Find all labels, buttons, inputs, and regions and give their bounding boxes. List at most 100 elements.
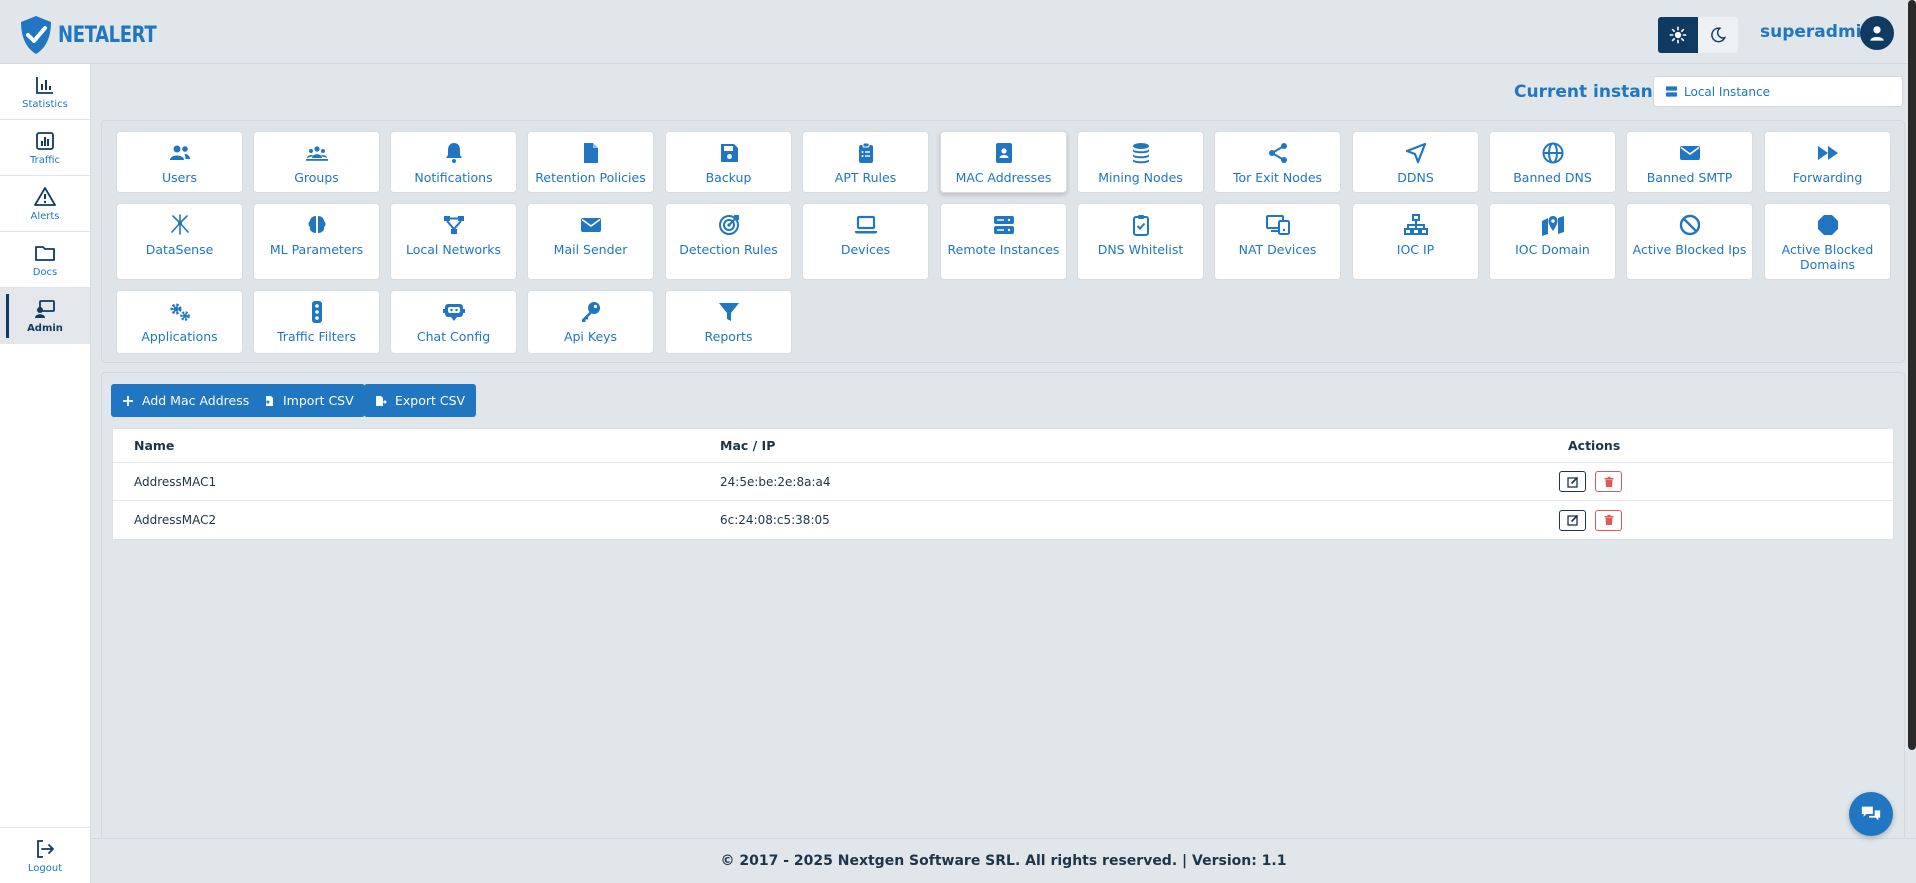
admin-tile-local-networks[interactable]: Local Networks <box>390 203 517 280</box>
instance-select[interactable]: Local Instance <box>1653 76 1903 107</box>
scrollbar[interactable] <box>1908 0 1916 750</box>
table-body: AddressMAC1 24:5e:be:2e:8a:a4 AddressMAC… <box>113 463 1893 539</box>
folder-icon <box>35 245 55 261</box>
admin-tile-banned-smtp[interactable]: Banned SMTP <box>1626 131 1753 193</box>
logout-button[interactable]: Logout <box>0 827 90 883</box>
groups-icon <box>305 146 328 161</box>
trash-icon <box>1604 476 1613 487</box>
add-mac-address-button[interactable]: Add Mac Address <box>111 384 261 417</box>
top-bar: NETALERT superadmin <box>0 0 1916 64</box>
cell-actions <box>1559 463 1631 500</box>
logout-label: Logout <box>27 862 63 874</box>
admin-tile-apt-rules[interactable]: APT Rules <box>802 131 929 193</box>
sparkle-icon <box>170 214 189 235</box>
file-icon <box>583 143 598 163</box>
dark-theme-button[interactable] <box>1698 17 1738 53</box>
admin-tile-reports[interactable]: Reports <box>665 290 792 354</box>
cell-mac: 24:5e:be:2e:8a:a4 <box>720 474 831 489</box>
admin-tile-ioc-domain[interactable]: IOC Domain <box>1489 203 1616 280</box>
bell-icon <box>445 143 462 163</box>
admin-tile-ioc-ip[interactable]: IOC IP <box>1352 203 1479 280</box>
clipboard-check-icon <box>1132 215 1149 236</box>
sidebar-item-admin[interactable]: Admin <box>0 288 90 344</box>
sidebar-item-label: Docs <box>32 266 58 278</box>
import-csv-label: Import CSV <box>283 393 354 408</box>
admin-tile-remote-instances[interactable]: Remote Instances <box>940 203 1067 280</box>
admin-tile-dns-whitelist[interactable]: DNS Whitelist <box>1077 203 1204 280</box>
admin-tile-groups[interactable]: Groups <box>253 131 380 193</box>
theme-toggle[interactable] <box>1658 17 1738 53</box>
admin-tile-datasense[interactable]: DataSense <box>116 203 243 280</box>
admin-tile-mac-addresses[interactable]: MAC Addresses <box>940 131 1067 193</box>
target-icon <box>718 215 739 235</box>
admin-tile-label: Banned DNS <box>1513 170 1592 185</box>
column-header-actions: Actions <box>1568 438 1621 453</box>
light-theme-button[interactable] <box>1658 17 1698 53</box>
admin-tile-label: Banned SMTP <box>1646 170 1733 185</box>
cell-mac: 6c:24:08:c5:38:05 <box>720 513 830 527</box>
address-book-icon <box>995 143 1012 163</box>
admin-tile-label: MAC Addresses <box>955 170 1052 185</box>
admin-tile-active-blocked-ips[interactable]: Active Blocked Ips <box>1626 203 1753 280</box>
admin-tile-traffic-filters[interactable]: Traffic Filters <box>253 290 380 354</box>
admin-tile-ddns[interactable]: DDNS <box>1352 131 1479 193</box>
admin-tile-retention-policies[interactable]: Retention Policies <box>527 131 654 193</box>
sun-icon <box>1669 26 1687 44</box>
table-row: AddressMAC1 24:5e:be:2e:8a:a4 <box>113 463 1893 501</box>
admin-tile-tor-exit-nodes[interactable]: Tor Exit Nodes <box>1214 131 1341 193</box>
admin-tile-forwarding[interactable]: Forwarding <box>1764 131 1891 193</box>
sidebar-item-label: Admin <box>27 322 63 334</box>
admin-tile-backup[interactable]: Backup <box>665 131 792 193</box>
logout-icon <box>37 839 54 858</box>
admin-tile-label: Detection Rules <box>679 242 778 257</box>
map-marker-icon <box>1541 216 1564 236</box>
filter-icon <box>718 303 739 321</box>
admin-tile-chat-config[interactable]: Chat Config <box>390 290 517 354</box>
traffic-light-icon <box>311 301 322 323</box>
admin-tile-applications[interactable]: Applications <box>116 290 243 354</box>
edit-button[interactable] <box>1559 509 1586 531</box>
chat-button[interactable] <box>1849 792 1893 836</box>
sidebar-item-label: Statistics <box>22 98 68 110</box>
user-name[interactable]: superadmin <box>1760 22 1874 42</box>
admin-tile-active-blocked-domains[interactable]: Active Blocked Domains <box>1764 203 1891 280</box>
sidebar-item-alerts[interactable]: Alerts <box>0 176 90 232</box>
admin-tile-nat-devices[interactable]: NAT Devices <box>1214 203 1341 280</box>
delete-button[interactable] <box>1595 471 1622 492</box>
sidebar-item-traffic[interactable]: Traffic <box>0 120 90 176</box>
octagon-icon <box>1817 215 1838 235</box>
admin-tile-ml-parameters[interactable]: ML Parameters <box>253 203 380 280</box>
admin-tile-mail-sender[interactable]: Mail Sender <box>527 203 654 280</box>
cell-name: AddressMAC2 <box>134 513 217 527</box>
admin-tile-devices[interactable]: Devices <box>802 203 929 280</box>
admin-tile-label: Local Networks <box>405 242 502 257</box>
sidebar-item-docs[interactable]: Docs <box>0 232 90 288</box>
import-csv-button[interactable]: Import CSV <box>252 384 365 417</box>
admin-tile-mining-nodes[interactable]: Mining Nodes <box>1077 131 1204 193</box>
admin-tile-label: DataSense <box>145 242 214 257</box>
admin-tile-label: Traffic Filters <box>277 329 356 344</box>
admin-tile-label: Retention Policies <box>535 170 646 185</box>
admin-tile-label: Groups <box>294 170 339 185</box>
admin-tile-label: Users <box>161 170 197 185</box>
admin-tile-notifications[interactable]: Notifications <box>390 131 517 193</box>
share-nodes-icon <box>1268 143 1287 163</box>
delete-button[interactable] <box>1595 509 1622 531</box>
export-csv-button[interactable]: Export CSV <box>364 384 477 417</box>
sidebar-item-statistics[interactable]: Statistics <box>0 64 90 120</box>
admin-tile-label: Applications <box>141 329 218 344</box>
admin-tile-label: Active Blocked Domains <box>1781 242 1874 272</box>
admin-tile-label: NAT Devices <box>1238 242 1317 257</box>
laptop-icon <box>854 215 877 234</box>
admin-tile-banned-dns[interactable]: Banned DNS <box>1489 131 1616 193</box>
avatar[interactable] <box>1860 16 1894 50</box>
admin-icon <box>35 299 55 318</box>
admin-tile-api-keys[interactable]: Api Keys <box>527 290 654 354</box>
admin-tile-users[interactable]: Users <box>116 131 243 193</box>
app-logo[interactable]: NETALERT <box>18 15 178 55</box>
admin-tile-detection-rules[interactable]: Detection Rules <box>665 203 792 280</box>
admin-tile-label: Forwarding <box>1792 170 1863 185</box>
server-icon <box>993 216 1014 234</box>
edit-button[interactable] <box>1559 471 1586 492</box>
brain-icon <box>308 216 325 233</box>
